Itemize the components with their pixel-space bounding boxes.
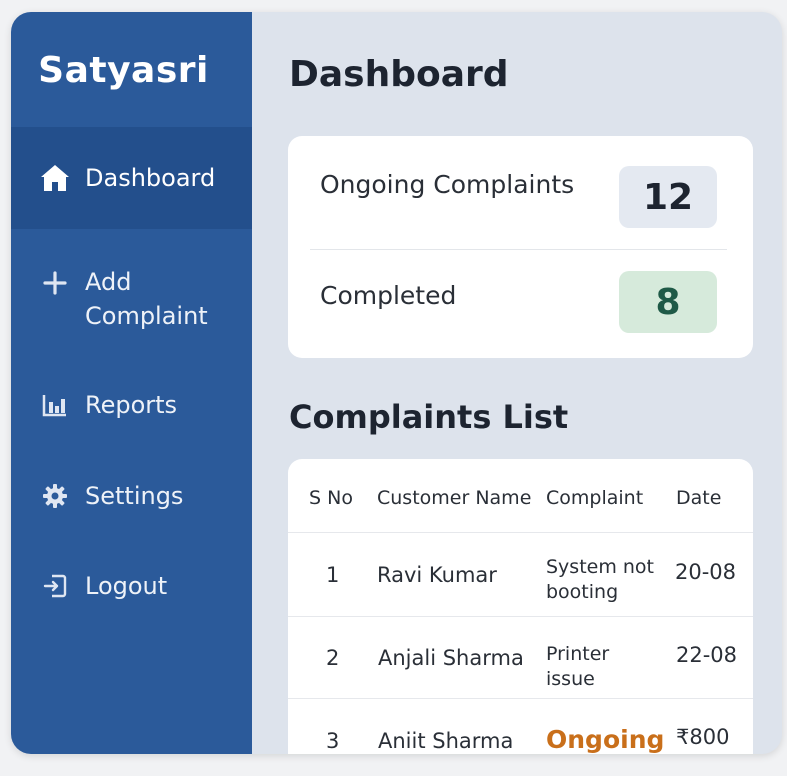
column-header: Customer Name xyxy=(377,487,532,509)
complaints-list-title: Complaints List xyxy=(289,398,569,436)
sidebar-item-add-complaint[interactable]: Add Complaint xyxy=(11,265,252,333)
cell-customer-name: Aniit Sharma xyxy=(378,729,514,753)
sidebar: Satyasri Dashboard Add Complaint Reports xyxy=(11,12,252,754)
cell-customer-name: Ravi Kumar xyxy=(377,563,497,587)
sidebar-item-label: Reports xyxy=(85,391,178,419)
sidebar-item-settings[interactable]: Settings xyxy=(11,479,252,513)
page-title: Dashboard xyxy=(289,54,509,95)
divider xyxy=(288,698,753,699)
cell-date: 22-08 xyxy=(676,643,738,667)
sidebar-item-logout[interactable]: Logout xyxy=(11,569,252,603)
stats-card: Ongoing Complaints 12 Completed 8 xyxy=(288,136,753,358)
cell-date: 20-08 xyxy=(675,560,737,584)
home-icon xyxy=(39,163,71,193)
bar-chart-icon xyxy=(39,393,71,417)
gear-icon xyxy=(39,483,71,509)
sidebar-item-label: Logout xyxy=(85,572,168,600)
divider xyxy=(288,532,753,533)
column-header: S No xyxy=(309,487,353,509)
cell-complaint: System not booting xyxy=(546,556,655,603)
logout-icon xyxy=(39,573,71,599)
sidebar-item-reports[interactable]: Reports xyxy=(11,388,252,422)
divider xyxy=(310,249,727,250)
divider xyxy=(288,616,753,617)
column-header: Date xyxy=(676,487,722,509)
brand-logo: Satyasri xyxy=(38,50,209,91)
completed-count-badge: 8 xyxy=(619,271,717,333)
sidebar-item-label: Dashboard xyxy=(85,164,216,192)
stat-label: Completed xyxy=(320,281,457,310)
status-badge: Ongoing xyxy=(546,725,665,754)
cell-complaint: Printer issue xyxy=(546,643,610,690)
sidebar-item-dashboard[interactable]: Dashboard xyxy=(11,127,252,229)
column-header: Complaint xyxy=(546,487,644,509)
cell-sno: 2 xyxy=(326,646,340,670)
ongoing-count-badge: 12 xyxy=(619,166,717,228)
app-window: Satyasri Dashboard Add Complaint Reports xyxy=(11,12,782,754)
cell-sno: 3 xyxy=(326,729,340,753)
stat-label: Ongoing Complaints xyxy=(320,170,575,199)
cell-date: ₹800 xyxy=(676,725,730,749)
cell-sno: 1 xyxy=(326,563,340,587)
main-content: Dashboard Ongoing Complaints 12 Complete… xyxy=(252,12,782,754)
sidebar-item-label: Add Complaint xyxy=(85,268,208,330)
cell-customer-name: Anjali Sharma xyxy=(378,646,524,670)
complaints-table: S No Customer Name Complaint Date 1 Ravi… xyxy=(288,459,753,754)
sidebar-item-label: Settings xyxy=(85,482,184,510)
plus-icon xyxy=(39,271,71,295)
